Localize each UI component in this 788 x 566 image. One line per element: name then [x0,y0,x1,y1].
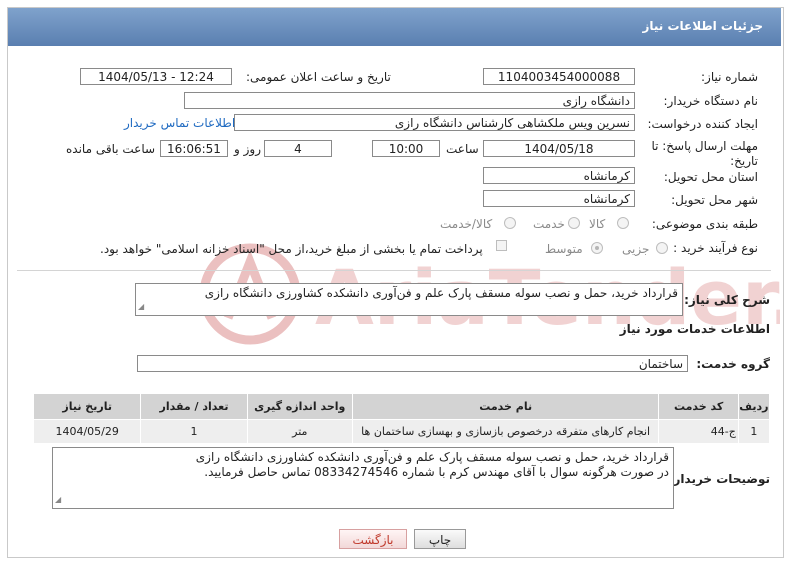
summary-text: قرارداد خرید، حمل و نصب سوله مسقف پارک ع… [204,286,678,300]
announce-datetime-label: تاریخ و ساعت اعلان عمومی: [246,70,391,84]
days-remaining-field: 4 [264,140,332,157]
services-section-title: اطلاعات خدمات مورد نیاز [619,322,770,336]
announce-datetime-field: 1404/05/13 - 12:24 [80,68,232,85]
purchase-minor-radio[interactable] [656,242,668,254]
purchase-type-label: نوع فرآیند خرید : [673,241,758,255]
services-table: ردیف کد خدمت نام خدمت واحد اندازه گیری ت… [32,393,771,444]
treasury-payment-checkbox[interactable] [496,240,507,251]
col-unit: واحد اندازه گیری [246,393,353,420]
table-header-row: ردیف کد خدمت نام خدمت واحد اندازه گیری ت… [32,393,771,420]
col-service-name: نام خدمت [351,393,660,420]
panel-header: جزئیات اطلاعات نیاز [8,8,781,46]
city-label: شهر محل تحویل: [671,193,758,207]
cell-service-name: انجام کارهای متفرقه درخصوص بازسازی و بهس… [351,419,660,444]
summary-label: شرح کلی نیاز: [684,293,770,307]
table-row: 1 ج-44 انجام کارهای متفرقه درخصوص بازساز… [32,419,771,444]
cell-service-code: ج-44 [658,419,739,444]
category-label: طبقه بندی موضوعی: [651,217,758,231]
purchase-medium-label: متوسط [545,242,583,256]
need-number-field: 1104003454000088 [483,68,635,85]
category-service-radio[interactable] [568,217,580,229]
category-goods-service-label: کالا/خدمت [440,217,493,231]
deadline-time-label: ساعت [446,142,479,156]
creator-label: ایجاد کننده درخواست: [647,117,758,131]
category-goods-service-radio[interactable] [504,217,516,229]
buyer-notes-textarea[interactable]: قرارداد خرید، حمل و نصب سوله مسقف پارک ع… [52,447,674,509]
treasury-payment-note: پرداخت تمام یا بخشی از مبلغ خرید،از محل … [100,242,483,256]
deadline-time-field: 10:00 [372,140,440,157]
category-goods-label: کالا [589,217,606,231]
resize-grip-icon[interactable]: ◢ [138,299,144,314]
buyer-notes-line2: در صورت هرگونه سوال با آقای مهندس کرم با… [204,465,669,479]
cell-row-number: 1 [737,419,771,444]
cell-need-date: 1404/05/29 [32,419,142,444]
col-service-code: کد خدمت [658,393,739,420]
remaining-time-field: 16:06:51 [160,140,228,157]
city-field: کرمانشاه [483,190,635,207]
buyer-notes-label: توضیحات خریدار: [668,472,770,486]
service-group-field: ساختمان [137,355,688,372]
back-button[interactable]: بازگشت [339,529,407,549]
remaining-label: ساعت باقی مانده [66,142,156,156]
category-goods-radio[interactable] [617,217,629,229]
buyer-org-field: دانشگاه رازی [184,92,635,109]
cell-unit: متر [246,419,353,444]
purchase-minor-label: جزیی [622,242,650,256]
deadline-label: مهلت ارسال پاسخ: تا تاریخ: [651,139,758,168]
service-group-label: گروه خدمت: [696,357,770,371]
section-divider [17,270,771,271]
cell-quantity: 1 [140,419,248,444]
col-quantity: تعداد / مقدار [140,393,248,420]
deadline-date-field: 1404/05/18 [483,140,635,157]
buyer-org-label: نام دستگاه خریدار: [663,94,759,108]
panel-title: جزئیات اطلاعات نیاز [642,19,763,33]
need-number-label: شماره نیاز: [701,70,758,84]
creator-field: نسرین ویس ملکشاهی کارشناس دانشگاه رازی [234,114,635,131]
purchase-medium-radio[interactable] [591,242,603,254]
col-row-number: ردیف [737,393,771,420]
col-need-date: تاریخ نیاز [32,393,142,420]
category-service-label: خدمت [533,217,565,231]
buyer-notes-line1: قرارداد خرید، حمل و نصب سوله مسقف پارک ع… [195,450,669,464]
buyer-contact-link[interactable]: اطلاعات تماس خریدار [124,116,235,130]
resize-grip-icon[interactable]: ◢ [55,492,61,507]
province-field: کرمانشاه [483,167,635,184]
summary-textarea[interactable]: قرارداد خرید، حمل و نصب سوله مسقف پارک ع… [135,283,683,316]
days-label: روز و [234,142,261,156]
province-label: استان محل تحویل: [663,170,758,184]
print-button[interactable]: چاپ [414,529,466,549]
